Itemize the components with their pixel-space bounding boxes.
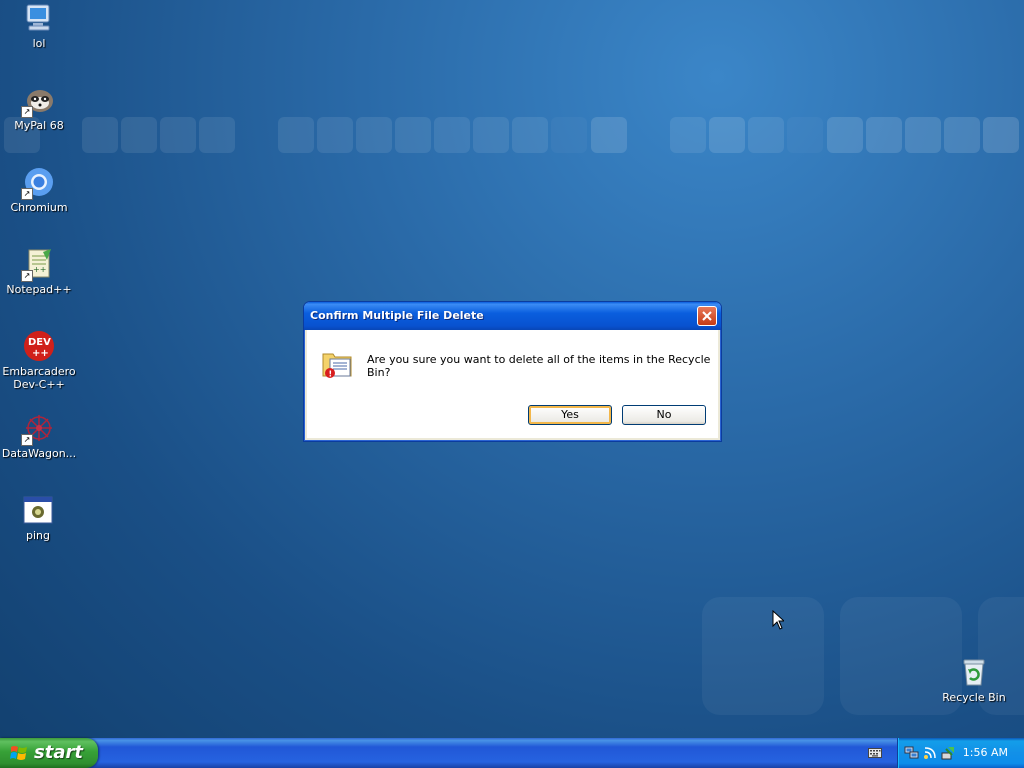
close-button[interactable] [697, 306, 717, 326]
ping-app-icon [22, 494, 54, 526]
start-label: start [34, 742, 83, 763]
svg-text:!: ! [329, 370, 333, 379]
desktop-icon-notepadpp[interactable]: ++ ↗ Notepad++ [1, 248, 77, 296]
shortcut-arrow-icon: ↗ [21, 270, 33, 282]
desktop-icon-chromium[interactable]: ↗ Chromium [1, 166, 77, 214]
dialog-title: Confirm Multiple File Delete [310, 309, 484, 322]
dialog-message: Are you sure you want to delete all of t… [367, 353, 711, 379]
desktop-icon-recycle-bin[interactable]: Recycle Bin [936, 656, 1012, 704]
desktop-icon-label: Notepad++ [6, 283, 72, 296]
desktop-icon-label: MyPal 68 [14, 119, 64, 132]
desktop-icon-mypal[interactable]: ↗ MyPal 68 [1, 84, 77, 132]
shortcut-arrow-icon: ↗ [21, 188, 33, 200]
desktop-icon-label: Chromium [10, 201, 68, 214]
desktop-icon-label: lol [32, 37, 46, 50]
svg-text:DEV: DEV [28, 337, 51, 348]
network-icon[interactable] [904, 745, 920, 761]
datawagon-icon: ↗ [21, 412, 55, 446]
close-icon [702, 311, 712, 321]
shortcut-arrow-icon: ↗ [21, 434, 33, 446]
clock[interactable]: 1:56 AM [963, 746, 1008, 759]
delete-files-warning-icon: ! [321, 346, 355, 380]
satellite-icon[interactable] [922, 745, 938, 761]
svg-text:++: ++ [33, 265, 46, 274]
taskbar: start 1:56 AM [0, 738, 1024, 768]
keyboard-icon[interactable] [868, 747, 882, 759]
no-button[interactable]: No [622, 405, 706, 425]
raccoon-icon: ↗ [21, 84, 55, 118]
desktop-icon-ping[interactable]: ping [0, 494, 76, 542]
system-tray: 1:56 AM [897, 738, 1024, 768]
shortcut-arrow-icon: ↗ [21, 106, 33, 118]
desktop-icon-lol[interactable]: lol [1, 2, 77, 50]
desktop-icon-label: ping [26, 529, 50, 542]
notepad-plus-plus-icon: ++ ↗ [21, 248, 55, 282]
desktop-icon-datawagon[interactable]: ↗ DataWagon... [1, 412, 77, 460]
desktop-icon-devcpp[interactable]: DEV ++ Embarcadero Dev-C++ [1, 330, 77, 391]
computer-icon [23, 2, 55, 34]
windows-logo-icon [10, 746, 27, 760]
safely-remove-hardware-icon[interactable] [940, 745, 956, 761]
mouse-cursor-icon [772, 610, 784, 630]
svg-text:++: ++ [32, 348, 49, 359]
desktop-icon-label: DataWagon... [1, 447, 77, 460]
confirm-delete-dialog: Confirm Multiple File Delete ! Are you s… [303, 301, 722, 442]
desktop-icon-label: Recycle Bin [942, 691, 1006, 704]
dev-cpp-icon: DEV ++ [23, 330, 55, 362]
dialog-body: ! Are you sure you want to delete all of… [307, 330, 718, 438]
start-button[interactable]: start [0, 738, 98, 768]
chromium-icon: ↗ [21, 166, 55, 200]
recycle-bin-icon [958, 656, 990, 688]
desktop-icon-label: Embarcadero Dev-C++ [2, 365, 76, 391]
yes-button[interactable]: Yes [528, 405, 612, 425]
dialog-titlebar[interactable]: Confirm Multiple File Delete [304, 302, 721, 330]
